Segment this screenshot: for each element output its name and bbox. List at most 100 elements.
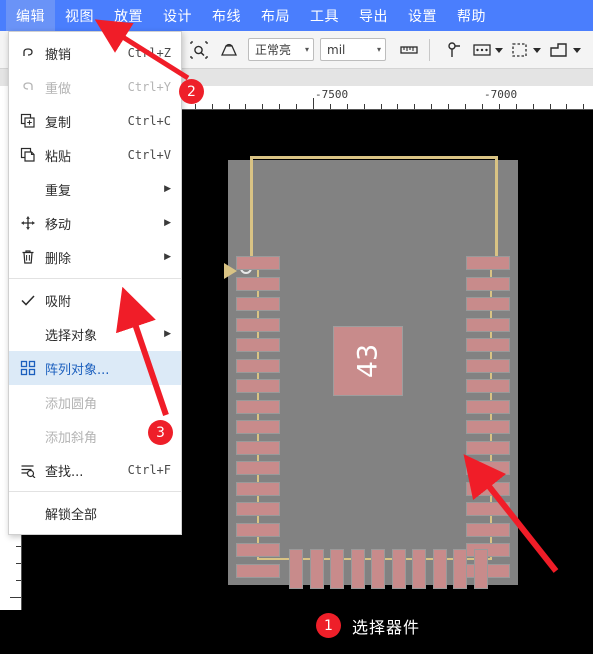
ruler-tick: [482, 104, 483, 109]
menu-option-select-objects[interactable]: 选择对象 ▶: [9, 317, 181, 351]
component-pad[interactable]: [236, 379, 280, 393]
component-pad[interactable]: [412, 549, 426, 589]
menu-item-place-label: 放置: [114, 8, 143, 25]
menu-option-delete[interactable]: 删除 ▶: [9, 240, 181, 274]
component-pad[interactable]: [473, 549, 488, 589]
menu-option-undo[interactable]: 撤销 Ctrl+Z: [9, 36, 181, 70]
menu-option-select-objects-label: 选择对象: [45, 328, 98, 344]
menu-item-help[interactable]: 帮助: [447, 0, 496, 31]
menu-option-snap[interactable]: 吸附: [9, 283, 181, 317]
ruler-tick: [16, 580, 21, 581]
ruler-tick: [229, 104, 230, 109]
zoom-area-icon[interactable]: [186, 37, 212, 63]
select-dashed-icon[interactable]: [509, 37, 543, 63]
component-pad[interactable]: [466, 358, 510, 373]
component-pad[interactable]: [330, 549, 344, 589]
component-pad[interactable]: [236, 481, 280, 496]
menu-item-view[interactable]: 视图: [55, 0, 104, 31]
component-pad[interactable]: [466, 502, 510, 516]
annotation-badge-2: 2: [179, 79, 204, 104]
ruler-tick: [10, 597, 21, 598]
menu-item-edit[interactable]: 编辑: [6, 0, 55, 31]
submenu-arrow-icon: ▶: [164, 252, 171, 262]
ruler-tick: [550, 104, 551, 109]
menu-item-design[interactable]: 设计: [153, 0, 202, 31]
select-rect-icon[interactable]: [471, 37, 505, 63]
ruler-tick: [431, 104, 432, 109]
menu-option-paste[interactable]: 粘贴 Ctrl+V: [9, 138, 181, 172]
ruler-measure-icon[interactable]: [396, 37, 422, 63]
ruler-tick: [566, 104, 567, 109]
menu-option-move[interactable]: 移动 ▶: [9, 206, 181, 240]
component-pad[interactable]: [289, 549, 303, 589]
menu-item-settings[interactable]: 设置: [398, 0, 447, 31]
component-pad[interactable]: [309, 549, 324, 589]
component-pad[interactable]: [466, 338, 510, 352]
menu-item-place[interactable]: 放置: [104, 0, 153, 31]
brightness-select[interactable]: 正常亮 ▾: [248, 38, 314, 61]
menu-option-array-objects[interactable]: 阵列对象...: [9, 351, 181, 385]
menu-option-add-fillet-label: 添加圆角: [45, 396, 98, 412]
component-pad[interactable]: [466, 481, 510, 496]
component-pad[interactable]: [236, 563, 280, 578]
unit-select[interactable]: mil ▾: [320, 38, 386, 61]
component-pad[interactable]: [466, 461, 510, 475]
component-pad[interactable]: [466, 399, 510, 414]
component-pad[interactable]: [236, 338, 280, 352]
component-pad[interactable]: [236, 502, 280, 516]
component-pad[interactable]: [391, 549, 406, 589]
component-pad[interactable]: [236, 297, 280, 311]
menu-item-routing[interactable]: 布线: [202, 0, 251, 31]
ruler-tick: [499, 104, 500, 109]
component-designator-pad[interactable]: 43: [333, 326, 403, 396]
component-pad[interactable]: [236, 440, 280, 455]
menu-option-copy[interactable]: 复制 Ctrl+C: [9, 104, 181, 138]
component-pad[interactable]: [453, 549, 467, 589]
menu-option-redo[interactable]: 重做 Ctrl+Y: [9, 70, 181, 104]
menu-item-tools[interactable]: 工具: [300, 0, 349, 31]
component-pad[interactable]: [236, 358, 280, 373]
component-pad[interactable]: [466, 317, 510, 332]
component-pad[interactable]: [236, 256, 280, 270]
chevron-down-icon: ▾: [304, 45, 309, 54]
component-pad[interactable]: [236, 276, 280, 291]
menu-item-export[interactable]: 导出: [349, 0, 398, 31]
component-pad[interactable]: [371, 549, 385, 589]
menu-option-repeat[interactable]: 重复 ▶: [9, 172, 181, 206]
component-pad[interactable]: [236, 522, 280, 537]
copy-icon: [17, 111, 39, 131]
component-pad[interactable]: [466, 440, 510, 455]
menu-item-layout[interactable]: 布局: [251, 0, 300, 31]
menu-option-find[interactable]: 查找... Ctrl+F: [9, 453, 181, 487]
component-pad[interactable]: [466, 522, 510, 537]
layer-stack-icon[interactable]: [216, 37, 242, 63]
pcb-component[interactable]: 43: [224, 156, 518, 589]
component-pad[interactable]: [466, 297, 510, 311]
component-pad[interactable]: [236, 420, 280, 434]
menu-option-array-objects-label: 阵列对象...: [45, 362, 110, 378]
component-pad[interactable]: [466, 379, 510, 393]
component-pad[interactable]: [466, 420, 510, 434]
polygon-icon[interactable]: [547, 37, 583, 63]
component-pad[interactable]: [466, 256, 510, 270]
ruler-tick: [16, 546, 21, 547]
menu-option-unlock-all[interactable]: 解锁全部: [9, 496, 181, 530]
component-pad[interactable]: [350, 549, 365, 589]
ruler-tick: [364, 104, 365, 109]
menu-bar: 编辑 视图 放置 设计 布线 布局 工具 导出 设置 帮助: [0, 0, 593, 31]
grid-icon: [17, 358, 39, 378]
menu-option-add-fillet[interactable]: 添加圆角: [9, 385, 181, 419]
component-pad[interactable]: [236, 317, 280, 332]
menu-option-undo-shortcut: Ctrl+Z: [127, 46, 171, 60]
menu-option-repeat-label: 重复: [45, 183, 72, 199]
component-pad[interactable]: [236, 399, 280, 414]
via-icon[interactable]: [441, 37, 467, 63]
component-pad[interactable]: [236, 461, 280, 475]
annotation-badge-2-number: 2: [187, 83, 196, 100]
component-pad[interactable]: [432, 549, 447, 589]
ruler-tick: [330, 104, 331, 109]
component-pad[interactable]: [466, 276, 510, 291]
component-pad[interactable]: [236, 543, 280, 557]
ruler-tick: [313, 98, 314, 109]
footer-bar: [0, 610, 593, 654]
